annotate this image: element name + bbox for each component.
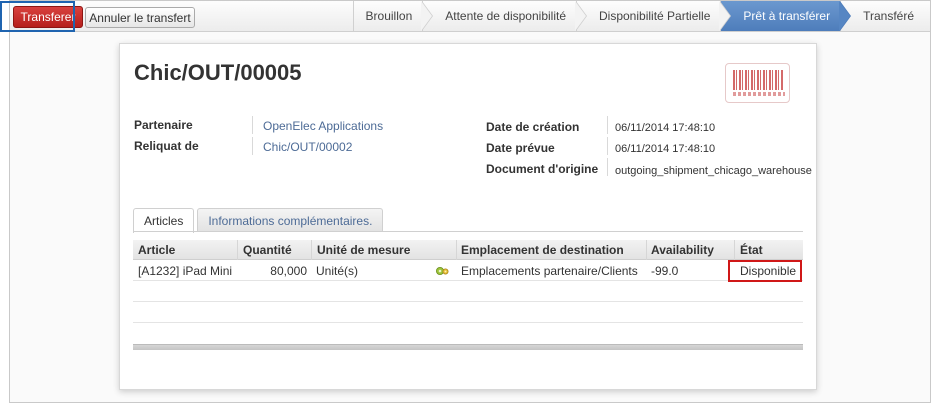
notebook-tabs: Articles Informations complémentaires. <box>133 208 386 233</box>
cell-state: Disponible <box>740 264 797 278</box>
cell-availability: -99.0 <box>651 264 679 278</box>
stage-arrow-icon <box>575 1 587 31</box>
column-header-uom[interactable]: Unité de mesure <box>317 243 410 257</box>
column-header-article[interactable]: Article <box>138 243 175 257</box>
stage-label: Attente de disponibilité <box>445 9 566 23</box>
partner-label: Partenaire <box>134 118 193 132</box>
scheduled-date-label: Date prévue <box>486 141 555 155</box>
tab-additional-info[interactable]: Informations complémentaires. <box>197 208 384 232</box>
column-header-destination[interactable]: Emplacement de destination <box>461 243 624 257</box>
stage-label: Transféré <box>863 9 914 23</box>
stage-waiting-availability[interactable]: Attente de disponibilité <box>422 1 587 31</box>
tab-divider <box>133 231 803 232</box>
stage-label: Disponibilité Partielle <box>599 9 711 23</box>
field-divider <box>607 116 608 134</box>
stage-arrow-icon <box>839 1 852 31</box>
cancel-transfer-button[interactable]: Annuler le transfert <box>85 7 195 28</box>
header-toolbar: Transferer Annuler le transfert Brouillo… <box>10 1 930 32</box>
cell-uom: Unité(s) <box>316 264 359 278</box>
transfer-button[interactable]: Transferer <box>13 6 83 28</box>
column-divider <box>311 240 312 260</box>
field-divider <box>252 116 253 134</box>
page-title: Chic/OUT/00005 <box>134 60 302 85</box>
column-header-quantity[interactable]: Quantité <box>243 243 292 257</box>
field-divider <box>607 137 608 155</box>
backorder-field[interactable]: Chic/OUT/00002 <box>263 140 352 154</box>
creation-date-label: Date de création <box>486 120 580 134</box>
stage-transferred[interactable]: Transféré <box>840 1 930 31</box>
moves-table: Article Quantité Unité de mesure Emplace… <box>133 240 803 350</box>
stage-ready-to-transfer[interactable]: Prêt à transférer <box>720 1 852 31</box>
tab-articles[interactable]: Articles <box>133 208 195 233</box>
form-sheet: Chic/OUT/00005 Partenaire OpenElec Appli… <box>119 43 817 390</box>
scheduled-date-field[interactable]: 06/11/2014 17:48:10 <box>615 143 715 155</box>
creation-date-field[interactable]: 06/11/2014 17:48:10 <box>615 122 715 134</box>
source-document-label: Document d'origine <box>486 162 599 176</box>
table-row-empty <box>133 323 803 344</box>
stage-label: Prêt à transférer <box>743 9 831 23</box>
cell-quantity: 80,000 <box>270 264 307 278</box>
field-divider <box>252 137 253 155</box>
table-row-empty <box>133 302 803 323</box>
form-view: Transferer Annuler le transfert Brouillo… <box>9 0 931 403</box>
stage-arrow-icon <box>421 1 434 31</box>
column-header-state[interactable]: État <box>740 243 763 257</box>
table-header: Article Quantité Unité de mesure Emplace… <box>133 240 803 260</box>
cell-article: [A1232] iPad Mini <box>138 264 233 278</box>
table-footer <box>133 344 803 350</box>
column-header-availability[interactable]: Availability <box>651 243 714 257</box>
stage-label: Brouillon <box>365 9 413 23</box>
stage-draft[interactable]: Brouillon <box>352 1 434 31</box>
stage-partially-available[interactable]: Disponibilité Partielle <box>576 1 732 31</box>
barcode-icon <box>725 63 790 103</box>
partner-field[interactable]: OpenElec Applications <box>263 119 383 133</box>
table-row[interactable]: [A1232] iPad Mini 80,000 Unité(s) Emplac… <box>133 260 803 281</box>
process-gear-icon[interactable] <box>435 266 449 276</box>
column-divider <box>456 240 457 260</box>
backorder-label: Reliquat de <box>134 139 199 153</box>
cell-destination: Emplacements partenaire/Clients <box>461 264 638 278</box>
column-divider <box>646 240 647 260</box>
table-row-empty <box>133 281 803 302</box>
status-bar: Brouillon Attente de disponibilité Dispo… <box>352 1 930 31</box>
source-document-field[interactable]: outgoing_shipment_chicago_warehouse <box>615 165 812 177</box>
column-divider <box>734 240 735 260</box>
stage-arrow-icon <box>719 1 732 31</box>
field-divider <box>607 158 608 176</box>
column-divider <box>237 240 238 260</box>
